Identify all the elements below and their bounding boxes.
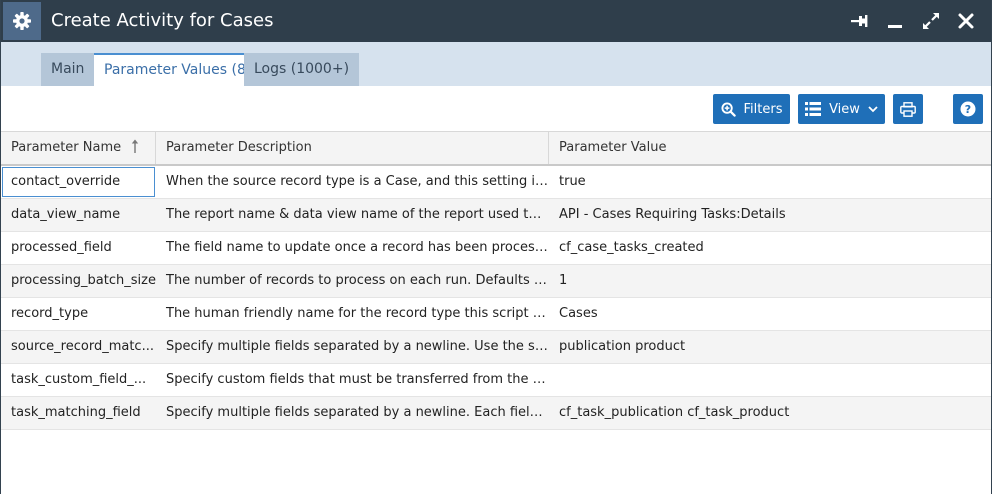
parameter-value-cell[interactable]: cf_task_publication cf_task_product xyxy=(549,397,991,429)
table-row[interactable]: task_custom_field_... Specify custom fie… xyxy=(1,364,991,397)
table-row[interactable]: source_record_matc... Specify multiple f… xyxy=(1,331,991,364)
table-row[interactable]: processed_field The field name to update… xyxy=(1,232,991,265)
print-icon xyxy=(900,101,916,117)
parameter-value-cell[interactable]: 1 xyxy=(549,265,991,297)
parameter-description-cell[interactable]: Specify custom fields that must be trans… xyxy=(156,364,549,396)
column-header-parameter-name[interactable]: Parameter Name xyxy=(1,132,156,164)
parameter-value-cell[interactable] xyxy=(549,364,991,396)
parameter-description-cell[interactable]: Specify multiple fields separated by a n… xyxy=(156,397,549,429)
table-row[interactable]: contact_override When the source record … xyxy=(1,166,991,199)
parameter-name-cell[interactable]: source_record_matc... xyxy=(1,331,156,363)
window-title: Create Activity for Cases xyxy=(51,10,274,31)
parameter-value-cell[interactable]: publication product xyxy=(549,331,991,363)
table-row[interactable]: task_matching_field Specify multiple fie… xyxy=(1,397,991,430)
parameter-name-cell[interactable]: record_type xyxy=(1,298,156,330)
help-button[interactable]: ? xyxy=(953,94,983,124)
parameter-name-cell[interactable]: data_view_name xyxy=(1,199,156,231)
print-button[interactable] xyxy=(893,94,923,124)
parameter-name-cell[interactable]: task_matching_field xyxy=(1,397,156,429)
parameter-description-cell[interactable]: The field name to update once a record h… xyxy=(156,232,549,264)
parameters-grid: Parameter Name Parameter Description Par… xyxy=(1,131,991,430)
tab-main[interactable]: Main xyxy=(41,53,95,86)
parameter-value-cell[interactable]: cf_case_tasks_created xyxy=(549,232,991,264)
chevron-down-icon xyxy=(868,105,878,112)
close-icon[interactable] xyxy=(954,9,978,33)
column-header-parameter-value[interactable]: Parameter Value xyxy=(549,132,991,164)
svg-text:?: ? xyxy=(965,103,971,116)
table-row[interactable]: data_view_name The report name & data vi… xyxy=(1,199,991,232)
table-row[interactable]: processing_batch_size The number of reco… xyxy=(1,265,991,298)
filters-label: Filters xyxy=(743,101,783,117)
view-label: View xyxy=(829,101,860,117)
parameter-value-cell[interactable]: true xyxy=(549,166,991,198)
parameter-name-cell[interactable]: task_custom_field_... xyxy=(1,364,156,396)
parameter-description-cell[interactable]: Specify multiple fields separated by a n… xyxy=(156,331,549,363)
gear-icon[interactable] xyxy=(3,2,41,40)
column-header-parameter-description[interactable]: Parameter Description xyxy=(156,132,549,164)
sort-ascending-icon[interactable] xyxy=(131,139,139,153)
minimize-icon[interactable] xyxy=(883,9,907,33)
filters-button[interactable]: Filters xyxy=(713,94,790,124)
search-plus-icon xyxy=(720,101,736,117)
expand-icon[interactable] xyxy=(919,9,943,33)
title-bar: Create Activity for Cases xyxy=(1,0,991,42)
parameter-description-cell[interactable]: When the source record type is a Case, a… xyxy=(156,166,549,198)
parameter-name-cell[interactable]: processing_batch_size xyxy=(1,265,156,297)
parameter-name-cell[interactable]: processed_field xyxy=(1,232,156,264)
list-icon xyxy=(805,102,822,116)
pin-icon[interactable] xyxy=(847,9,871,33)
parameter-description-cell[interactable]: The human friendly name for the record t… xyxy=(156,298,549,330)
tab-bar: Main Parameter Values (8) Logs (1000+) xyxy=(1,42,991,86)
tab-parameter-values[interactable]: Parameter Values (8) xyxy=(94,53,262,86)
grid-header: Parameter Name Parameter Description Par… xyxy=(1,131,991,166)
dialog-window: Create Activity for Cases Main Parameter… xyxy=(0,0,992,494)
parameter-description-cell[interactable]: The report name & data view name of the … xyxy=(156,199,549,231)
parameter-value-cell[interactable]: API - Cases Requiring Tasks:Details xyxy=(549,199,991,231)
parameter-description-cell[interactable]: The number of records to process on each… xyxy=(156,265,549,297)
parameter-value-cell[interactable]: Cases xyxy=(549,298,991,330)
tab-logs[interactable]: Logs (1000+) xyxy=(244,53,360,86)
view-button[interactable]: View xyxy=(798,94,885,124)
parameter-name-cell[interactable]: contact_override xyxy=(1,166,156,198)
help-icon: ? xyxy=(960,101,976,117)
table-row[interactable]: record_type The human friendly name for … xyxy=(1,298,991,331)
